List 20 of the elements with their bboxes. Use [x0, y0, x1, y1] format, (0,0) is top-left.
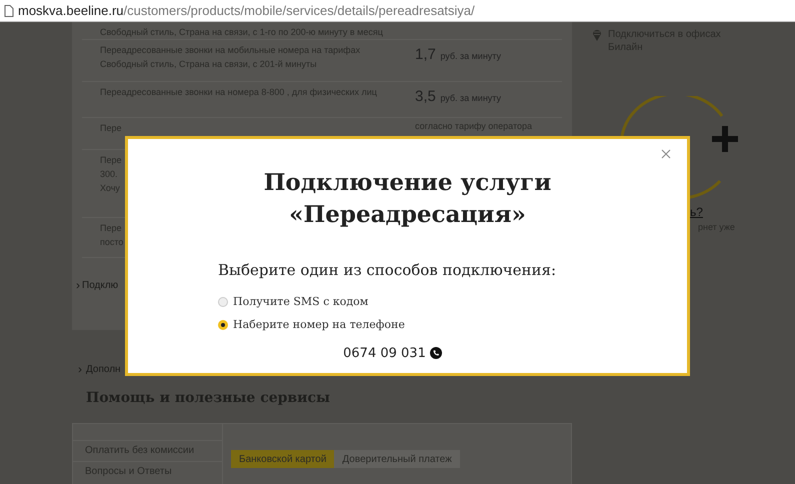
radio-button[interactable]	[218, 296, 228, 307]
connect-link[interactable]: Подклю	[82, 278, 118, 292]
page-icon	[4, 4, 14, 16]
radio-option[interactable]: Получите SMS с кодом	[218, 294, 556, 310]
payment-tab[interactable]: Доверительный платеж	[334, 450, 460, 468]
chevron-icon: ›	[78, 360, 82, 378]
radio-option[interactable]: Наберите номер на телефоне	[218, 317, 556, 334]
close-icon[interactable]	[661, 149, 671, 159]
dialog-prompt: Выберите один из способов подключения:	[218, 260, 556, 281]
map-pin-icon	[592, 28, 602, 42]
payment-tab[interactable]: Банковской картой	[231, 450, 334, 468]
question-link[interactable]: ь?	[690, 203, 703, 221]
chevron-icon: ›	[76, 276, 80, 294]
phone-icon	[430, 347, 442, 360]
phone-number: 0674 09 031	[343, 344, 426, 362]
dialog-title: «Переадресация»	[289, 200, 526, 230]
url-text: moskva.beeline.ru/customers/products/mobile/services/details/pereadresatsiya/	[18, 2, 475, 20]
address-bar[interactable]: moskva.beeline.ru/customers/products/mobile/services/details/pereadresatsiya/	[0, 0, 795, 22]
dialog-title: Подключение услуги	[264, 168, 552, 198]
radio-button[interactable]	[218, 320, 228, 330]
